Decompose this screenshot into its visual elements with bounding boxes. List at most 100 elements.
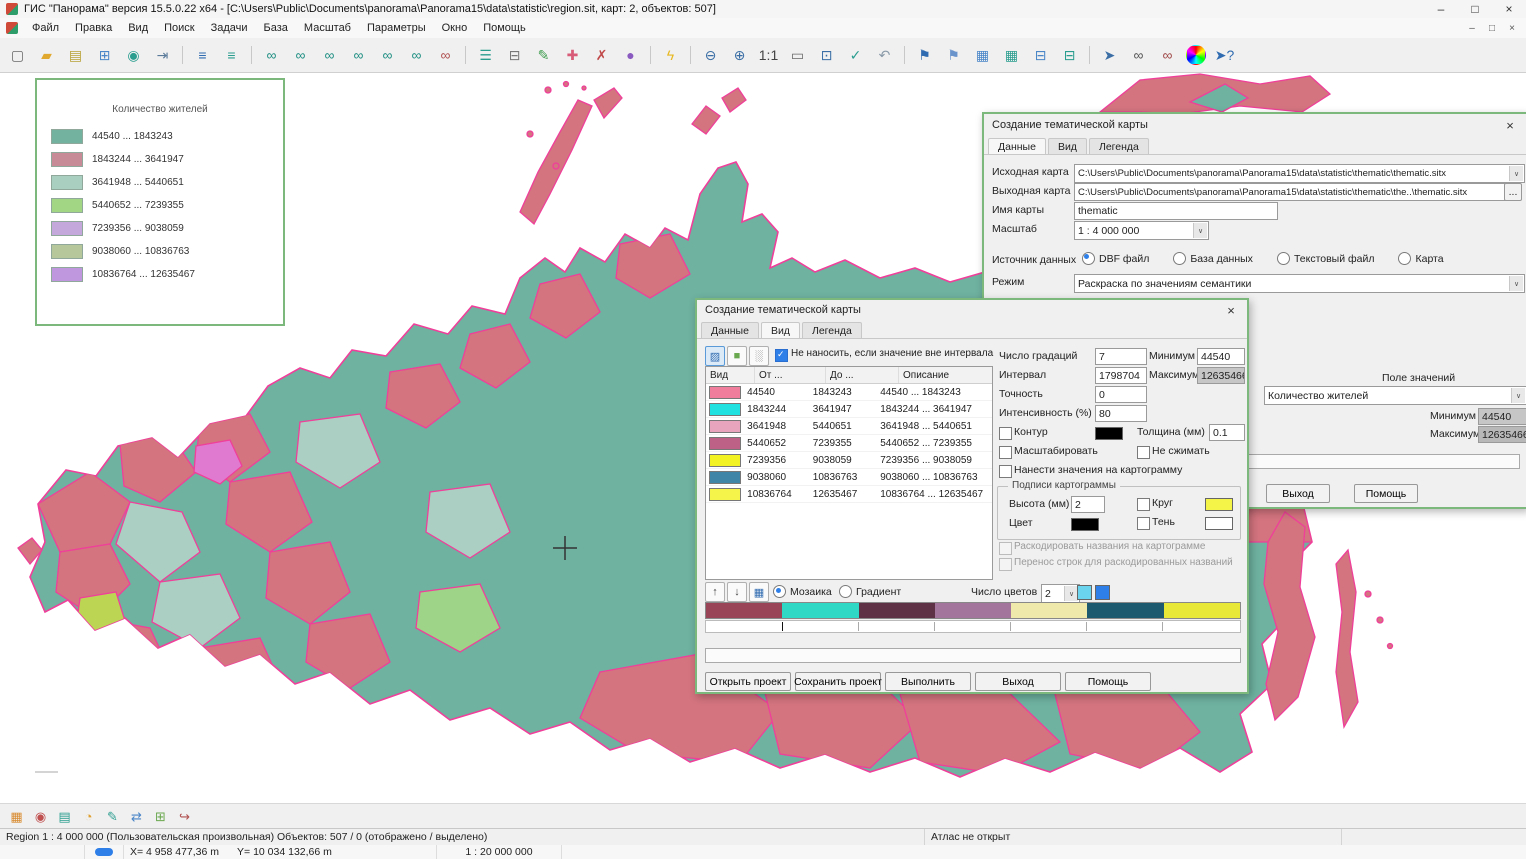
island[interactable]	[564, 82, 569, 87]
menu-help[interactable]: Помощь	[475, 20, 534, 36]
gradation-row[interactable]: 10836764 12635467 10836764 ... 12635467	[706, 486, 992, 503]
attribute-table-alt-icon[interactable]: ▦	[998, 41, 1025, 69]
gradation-row[interactable]: 44540 1843243 44540 ... 1843243	[706, 384, 992, 401]
source-dbf-radio[interactable]: DBF файл	[1082, 252, 1149, 265]
zoom-1-1-icon[interactable]: 1:1	[755, 41, 782, 69]
open-map-icon[interactable]: ▰	[33, 41, 60, 69]
source-map-combo[interactable]: C:\Users\Public\Documents\panorama\Panor…	[1074, 164, 1525, 183]
project-manager-icon[interactable]: ▦	[6, 806, 27, 827]
tab-view[interactable]: Вид	[1048, 138, 1087, 154]
island[interactable]	[594, 88, 622, 118]
island[interactable]	[692, 106, 720, 134]
source-db-radio[interactable]: База данных	[1173, 252, 1253, 265]
run-task-icon[interactable]: ϟ	[657, 41, 684, 69]
island-novaya-zemlya[interactable]	[520, 100, 592, 224]
mosaic-radio[interactable]: Мозаика	[773, 585, 832, 598]
island[interactable]	[722, 88, 746, 112]
scalable-checkbox[interactable]	[999, 446, 1012, 459]
gradation-row[interactable]: 7239356 9038059 7239356 ... 9038059	[706, 452, 992, 469]
label-color-box[interactable]	[1071, 518, 1099, 531]
grid-view-icon[interactable]: ⊞	[150, 806, 171, 827]
precision-input[interactable]: 0	[1095, 386, 1147, 403]
gradations-input[interactable]: 7	[1095, 348, 1147, 365]
apply-check-icon[interactable]: ✓	[842, 41, 869, 69]
find-forward-icon[interactable]: ∞	[403, 41, 430, 69]
source-map-radio[interactable]: Карта	[1398, 252, 1443, 265]
menu-params[interactable]: Параметры	[359, 20, 434, 36]
sort-up-icon[interactable]: ↑	[705, 582, 725, 602]
contour-checkbox[interactable]	[999, 427, 1012, 440]
globe-refresh-icon[interactable]: ◉	[120, 41, 147, 69]
close-icon[interactable]: ×	[1502, 118, 1518, 133]
import-icon[interactable]: ⇄	[126, 806, 147, 827]
close-map-icon[interactable]: ↪	[174, 806, 195, 827]
find-back-icon[interactable]: ∞	[374, 41, 401, 69]
color-wheel-icon[interactable]	[1186, 45, 1206, 65]
view-scale[interactable]: 1 : 20 000 000	[437, 845, 562, 859]
pattern-icon[interactable]: ▦	[749, 582, 769, 602]
gradation-row[interactable]: 1843244 3641947 1843244 ... 3641947	[706, 401, 992, 418]
layers-icon[interactable]: ≡	[189, 41, 216, 69]
tab-data[interactable]: Данные	[701, 322, 759, 338]
help-button[interactable]: Помощь	[1354, 484, 1418, 503]
help-button[interactable]: Помощь	[1065, 672, 1151, 691]
island[interactable]	[545, 87, 551, 93]
map-export-icon[interactable]: ⇥	[149, 41, 176, 69]
find-cancel-icon[interactable]: ∞	[432, 41, 459, 69]
layers-add-icon[interactable]: ≡	[218, 41, 245, 69]
select-frame-icon[interactable]: ⊡	[813, 41, 840, 69]
menu-scale[interactable]: Масштаб	[296, 20, 359, 36]
style-fill-icon[interactable]: ■	[727, 346, 747, 366]
object-list-icon[interactable]: ☰	[472, 41, 499, 69]
execute-button[interactable]: Выполнить	[885, 672, 971, 691]
island-kuril[interactable]	[1388, 644, 1393, 649]
close-icon[interactable]: ×	[1492, 1, 1526, 18]
output-map-input[interactable]: C:\Users\Public\Documents\panorama\Panor…	[1074, 183, 1506, 201]
map-flag-icon[interactable]: ⚑	[911, 41, 938, 69]
style-dots-icon[interactable]: ░	[749, 346, 769, 366]
source-text-radio[interactable]: Текстовый файл	[1277, 252, 1375, 265]
island-kuril[interactable]	[1377, 617, 1383, 623]
diagram-icon[interactable]: ◔	[78, 806, 99, 827]
find-object-icon[interactable]: ∞	[258, 41, 285, 69]
map-list-icon[interactable]: ▤	[54, 806, 75, 827]
gradient-color-swatch[interactable]	[1095, 585, 1110, 600]
save-project-button[interactable]: Сохранить проект	[795, 672, 881, 691]
binoculars-icon[interactable]: ∞	[1125, 41, 1152, 69]
delete-polygon-icon[interactable]: ✗	[588, 41, 615, 69]
gradient-radio[interactable]: Градиент	[839, 585, 901, 598]
island-kuril[interactable]	[1365, 591, 1371, 597]
find-area-icon[interactable]: ∞	[287, 41, 314, 69]
mdi-minimize-icon[interactable]: –	[1462, 20, 1482, 36]
database-icon[interactable]: ⊟	[1027, 41, 1054, 69]
zoom-in-icon[interactable]: ⊕	[726, 41, 753, 69]
help-cursor-icon[interactable]: ➤?	[1211, 41, 1238, 69]
maximize-icon[interactable]: □	[1458, 1, 1492, 18]
sort-down-icon[interactable]: ↓	[727, 582, 747, 602]
zoom-frame-icon[interactable]: ▭	[784, 41, 811, 69]
find-next-icon[interactable]: ∞	[316, 41, 343, 69]
circle-checkbox[interactable]	[1137, 498, 1150, 511]
menu-base[interactable]: База	[256, 20, 296, 36]
shadow-checkbox[interactable]	[1137, 517, 1150, 530]
tab-legend[interactable]: Легенда	[802, 322, 862, 338]
mode-combo[interactable]: Раскраска по значениям семантики	[1074, 274, 1525, 293]
no-compress-checkbox[interactable]	[1137, 446, 1150, 459]
find-list-icon[interactable]: ∞	[345, 41, 372, 69]
height-input[interactable]: 2	[1071, 496, 1105, 513]
shadow-color-box[interactable]	[1205, 517, 1233, 530]
apply-values-checkbox[interactable]	[999, 465, 1012, 478]
close-icon[interactable]: ×	[1223, 303, 1239, 318]
open-project-button[interactable]: Открыть проект	[705, 672, 791, 691]
map-structure-icon[interactable]: ⊞	[91, 41, 118, 69]
gradient-bar[interactable]	[705, 602, 1241, 619]
thickness-input[interactable]: 0.1	[1209, 424, 1245, 441]
menu-view[interactable]: Вид	[120, 20, 156, 36]
exit-button[interactable]: Выход	[1266, 484, 1330, 503]
tab-legend[interactable]: Легенда	[1089, 138, 1149, 154]
add-polygon-icon[interactable]: ✚	[559, 41, 586, 69]
style-hatch-icon[interactable]: ▨	[705, 346, 725, 366]
sphere-3d-icon[interactable]: ●	[617, 41, 644, 69]
edit-polygon-icon[interactable]: ✎	[530, 41, 557, 69]
database-link-icon[interactable]: ⊟	[1056, 41, 1083, 69]
